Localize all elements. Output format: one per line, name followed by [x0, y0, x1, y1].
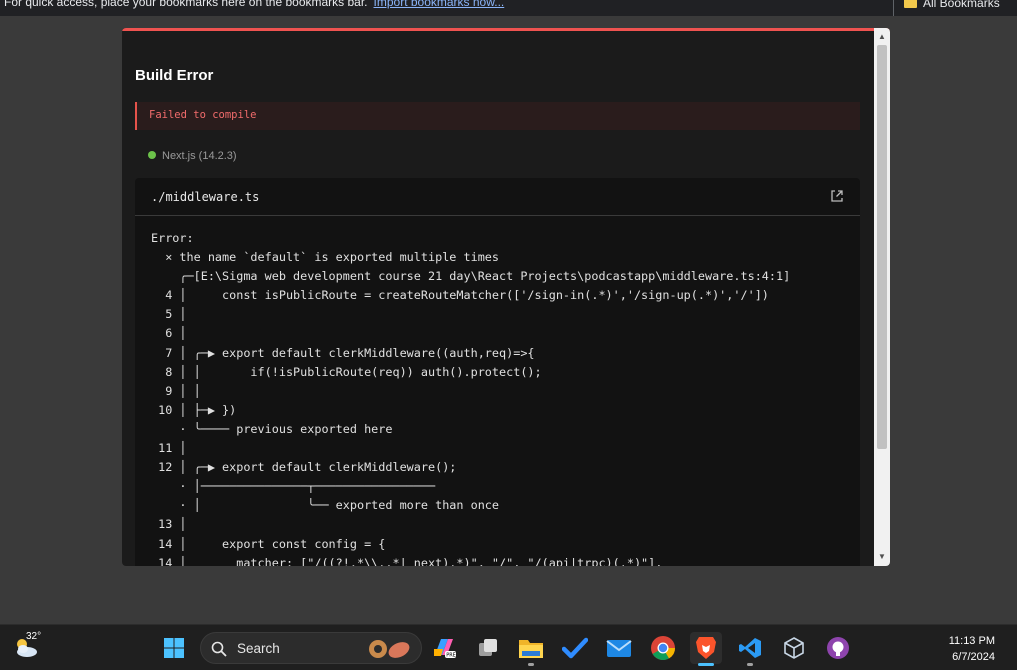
build-error-dialog: Build Error Failed to compile Next.js (1… [122, 28, 890, 566]
checkmark-icon [562, 637, 588, 659]
code-line: 7 │ ╭─▶ export default clerkMiddleware((… [151, 345, 535, 360]
compile-status-text: Failed to compile [149, 109, 257, 121]
dialog-content: Build Error Failed to compile Next.js (1… [122, 31, 874, 566]
taskbar-chrome[interactable] [647, 632, 679, 664]
code-line: 5 │ [151, 307, 187, 322]
clock-date: 6/7/2024 [952, 651, 995, 663]
code-line: 8 │ │ if(!isPublicRoute(req)) auth().pro… [151, 364, 542, 379]
code-line: · ╰──── previous exported here [151, 421, 393, 436]
scrollbar-thumb[interactable] [877, 45, 887, 449]
taskbar-copilot[interactable]: PRE [428, 632, 460, 664]
bookmarks-bar: For quick access, place your bookmarks h… [0, 0, 1017, 16]
taskbar-search[interactable]: Search [200, 632, 422, 664]
windows-logo-icon [164, 638, 184, 658]
taskbar-github-desktop[interactable] [822, 632, 854, 664]
compile-status-banner: Failed to compile [135, 102, 860, 130]
task-view-icon [479, 639, 497, 656]
nextjs-version-badge: Next.js (14.2.3) [148, 150, 237, 162]
weather-temperature: 32° [26, 631, 42, 642]
taskbar-file-explorer[interactable] [515, 632, 547, 666]
nextjs-version-text: Next.js (14.2.3) [162, 150, 237, 162]
folder-icon [904, 0, 917, 9]
code-line: × the name `default` is exported multipl… [151, 250, 500, 265]
code-line: ╭─[E:\Sigma web development course 21 da… [151, 269, 791, 284]
svg-text:PRE: PRE [446, 653, 456, 659]
code-line: · │ ╰── exported more than once [151, 498, 500, 513]
dialog-scrollbar[interactable]: ▲ ▼ [874, 28, 890, 566]
code-output: Error: × the name `default` is exported … [151, 229, 790, 566]
folder-icon [519, 640, 543, 658]
open-in-editor-icon[interactable] [830, 189, 844, 203]
search-highlight-icon [369, 640, 410, 658]
taskbar-todo[interactable] [559, 632, 591, 664]
taskbar-mail[interactable] [603, 632, 635, 664]
code-line: · │───────────────┬───────────────── [151, 479, 436, 494]
running-indicator [528, 663, 534, 666]
search-icon [211, 641, 227, 657]
taskbar-brave[interactable] [690, 632, 722, 666]
dialog-title: Build Error [135, 67, 214, 84]
taskbar-vscode[interactable] [734, 632, 766, 666]
scroll-up-arrow-icon[interactable]: ▲ [874, 30, 890, 44]
bookmarks-bar-message: For quick access, place your bookmarks h… [4, 0, 504, 9]
taskbar: 32° Search PRE 11:13 PM 6/7/2024 [0, 624, 1017, 670]
clock-time: 11:13 PM [948, 635, 995, 647]
chrome-icon [651, 636, 675, 661]
running-indicator [747, 663, 753, 666]
vscode-icon [739, 638, 761, 658]
code-line: 11 │ [151, 441, 187, 456]
bookmarks-bar-divider [893, 0, 894, 16]
mail-icon [606, 640, 632, 657]
weather-widget[interactable]: 32° [12, 631, 42, 661]
code-line: 9 │ │ [151, 383, 201, 398]
brave-lion-icon [696, 637, 716, 659]
code-line: 14 │ matcher: ["/((?!.*\\..*|_next).*)",… [151, 555, 663, 566]
code-line: 6 │ [151, 326, 187, 341]
taskbar-task-view[interactable] [472, 632, 504, 664]
bookmarks-bar-text: For quick access, place your bookmarks h… [4, 0, 368, 9]
file-path-link[interactable]: ./middleware.ts [151, 190, 259, 204]
github-icon [827, 637, 849, 659]
cube-icon [784, 637, 804, 659]
status-dot-icon [148, 151, 156, 160]
all-bookmarks-button[interactable]: All Bookmarks [904, 0, 1000, 10]
taskbar-virtualbox[interactable] [778, 632, 810, 664]
code-line: Error: [151, 231, 194, 245]
running-indicator [698, 663, 714, 666]
search-placeholder: Search [237, 641, 280, 656]
import-bookmarks-link[interactable]: Import bookmarks now... [374, 0, 505, 9]
code-line: 13 │ [151, 517, 187, 532]
scroll-down-arrow-icon[interactable]: ▼ [874, 550, 890, 564]
code-line: 12 │ ╭─▶ export default clerkMiddleware(… [151, 460, 457, 475]
taskbar-clock[interactable]: 11:13 PM 6/7/2024 [949, 633, 995, 665]
all-bookmarks-label: All Bookmarks [923, 0, 1000, 10]
code-frame: ./middleware.ts Error: × the name `defau… [135, 178, 860, 566]
code-line: 14 │ export const config = { [151, 536, 386, 551]
code-line: 4 │ const isPublicRoute = createRouteMat… [151, 288, 769, 303]
start-button[interactable] [158, 632, 190, 664]
code-line: 10 │ ├─▶ }) [151, 402, 237, 417]
code-frame-header: ./middleware.ts [135, 178, 860, 216]
copilot-icon: PRE [434, 639, 456, 659]
